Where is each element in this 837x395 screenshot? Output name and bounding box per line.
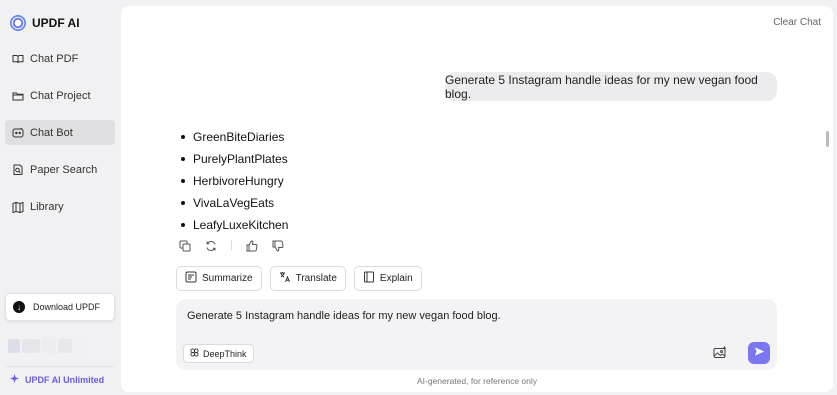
download-updf-button[interactable]: ↓ Download UPDF xyxy=(5,293,115,321)
explain-icon xyxy=(363,271,375,286)
download-icon: ↓ xyxy=(13,301,25,313)
list-item: GreenBiteDiaries xyxy=(181,126,288,148)
send-button[interactable] xyxy=(748,342,770,364)
document-search-icon xyxy=(12,164,24,176)
sidebar: UPDF AI Chat PDF Chat Project Chat Bot P… xyxy=(0,0,121,395)
explain-button[interactable]: Explain xyxy=(353,266,422,291)
list-item: LeafyLuxeKitchen xyxy=(181,214,288,236)
list-item: HerbivoreHungry xyxy=(181,170,288,192)
library-icon xyxy=(12,201,24,213)
deepthink-icon xyxy=(190,348,199,359)
regenerate-icon[interactable] xyxy=(205,239,217,252)
actions-divider xyxy=(231,240,232,250)
explain-label: Explain xyxy=(379,273,413,284)
sidebar-item-label: Paper Search xyxy=(30,163,98,176)
copy-icon[interactable] xyxy=(179,239,191,252)
translate-icon xyxy=(279,271,291,286)
deepthink-toggle[interactable]: DeepThink xyxy=(183,344,254,363)
user-message: Generate 5 Instagram handle ideas for my… xyxy=(445,72,777,101)
translate-label: Translate xyxy=(295,273,337,284)
sidebar-item-chat-pdf[interactable]: Chat PDF xyxy=(5,46,115,71)
summarize-icon xyxy=(185,271,197,286)
sidebar-item-library[interactable]: Library xyxy=(5,194,115,219)
chat-input[interactable]: Generate 5 Instagram handle ideas for my… xyxy=(187,310,501,322)
sparkle-icon xyxy=(10,374,19,385)
brand-name: UPDF AI xyxy=(32,16,80,30)
folder-icon xyxy=(12,90,24,102)
avatar[interactable] xyxy=(8,339,88,359)
clear-chat-button[interactable]: Clear Chat xyxy=(773,17,821,28)
updf-ai-unlimited-link[interactable]: UPDF AI Unlimited xyxy=(10,374,104,385)
sidebar-item-label: Library xyxy=(30,200,64,213)
chat-bot-icon xyxy=(12,127,24,139)
sidebar-nav: Chat PDF Chat Project Chat Bot Paper Sea… xyxy=(5,46,115,231)
list-item: VivaLaVegEats xyxy=(181,192,288,214)
deepthink-label: DeepThink xyxy=(203,348,247,359)
sidebar-item-paper-search[interactable]: Paper Search xyxy=(5,157,115,182)
list-item: PurelyPlantPlates xyxy=(181,148,288,170)
sidebar-divider xyxy=(6,366,114,367)
brand[interactable]: UPDF AI xyxy=(10,13,80,33)
image-upload-icon[interactable] xyxy=(713,346,727,360)
scrollbar-thumb[interactable] xyxy=(826,131,829,147)
sidebar-item-label: Chat Project xyxy=(30,89,91,102)
translate-button[interactable]: Translate xyxy=(269,266,346,291)
quick-actions: Summarize Translate Explain xyxy=(176,266,422,291)
updf-logo-icon xyxy=(10,15,26,31)
sidebar-item-chat-project[interactable]: Chat Project xyxy=(5,83,115,108)
chat-composer[interactable]: Generate 5 Instagram handle ideas for my… xyxy=(176,299,777,370)
summarize-button[interactable]: Summarize xyxy=(176,266,262,291)
send-icon xyxy=(754,344,765,362)
download-label: Download UPDF xyxy=(33,302,101,312)
message-actions xyxy=(179,239,284,252)
assistant-answer-list: GreenBiteDiaries PurelyPlantPlates Herbi… xyxy=(181,126,288,236)
summarize-label: Summarize xyxy=(202,273,253,284)
sidebar-item-chat-bot[interactable]: Chat Bot xyxy=(5,120,115,145)
sidebar-item-label: Chat Bot xyxy=(30,126,73,139)
ai-disclaimer: AI-generated, for reference only xyxy=(416,376,537,386)
unlimited-label: UPDF AI Unlimited xyxy=(25,374,105,385)
thumbs-down-icon[interactable] xyxy=(272,239,284,252)
thumbs-up-icon[interactable] xyxy=(246,239,258,252)
chat-panel: Clear Chat Generate 5 Instagram handle i… xyxy=(121,6,833,392)
sidebar-item-label: Chat PDF xyxy=(30,52,79,65)
book-open-icon xyxy=(12,53,24,65)
